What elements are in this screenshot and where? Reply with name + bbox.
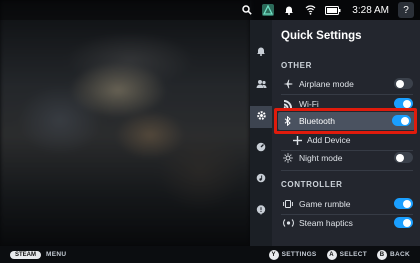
background-shade [0, 0, 250, 246]
rail-music[interactable] [250, 168, 272, 190]
steam-haptics-toggle[interactable] [394, 217, 413, 228]
rail-help[interactable] [250, 200, 272, 222]
button-hints: Y SETTINGS A SELECT B BACK [268, 249, 410, 260]
gear-icon [256, 108, 267, 126]
help-icon [256, 202, 266, 220]
y-button-icon: Y [268, 249, 279, 260]
game-rumble-label: Game rumble [299, 199, 351, 209]
rail-settings[interactable] [250, 106, 272, 128]
plus-icon [292, 135, 302, 145]
section-heading-controller: CONTROLLER [281, 180, 343, 189]
hint-select[interactable]: A SELECT [326, 249, 368, 260]
brightness-icon [281, 153, 295, 163]
bell-icon [256, 43, 266, 61]
friends-icon [256, 76, 267, 94]
rumble-icon [281, 199, 295, 209]
panel-title: Quick Settings [281, 30, 362, 42]
divider [281, 170, 413, 171]
hint-back[interactable]: B BACK [377, 249, 410, 260]
steam-haptics-label: Steam haptics [299, 218, 353, 228]
rail-notifications[interactable] [250, 41, 272, 63]
performance-icon [256, 139, 266, 157]
add-device-label: Add Device [307, 135, 351, 145]
quick-access-rail [250, 20, 272, 246]
steam-haptics-row[interactable]: Steam haptics [281, 214, 413, 232]
game-rumble-toggle[interactable] [394, 198, 413, 209]
airplane-mode-toggle[interactable] [394, 78, 413, 89]
hint-settings[interactable]: Y SETTINGS [268, 249, 317, 260]
night-mode-toggle[interactable] [394, 152, 413, 163]
hint-back-label: BACK [390, 251, 410, 258]
music-icon [256, 170, 266, 188]
status-bar: 3:28 AM ? [0, 0, 420, 20]
airplane-icon [281, 79, 295, 89]
section-heading-other: OTHER [281, 61, 312, 70]
haptics-icon [281, 218, 295, 228]
rail-performance[interactable] [250, 137, 272, 159]
rail-friends[interactable] [250, 74, 272, 96]
hint-select-label: SELECT [339, 251, 368, 258]
bluetooth-highlight-box [274, 108, 417, 134]
help-button[interactable]: ? [398, 2, 414, 18]
b-button-icon: B [377, 249, 388, 260]
airplane-mode-label: Airplane mode [299, 79, 354, 89]
game-rumble-row[interactable]: Game rumble [281, 195, 413, 213]
menu-label: MENU [46, 251, 67, 258]
night-mode-label: Night mode [299, 153, 343, 163]
battery-icon [325, 4, 341, 16]
a-button-icon: A [326, 249, 337, 260]
hint-settings-label: SETTINGS [281, 251, 317, 258]
search-icon[interactable] [241, 4, 253, 16]
clock-time: 3:28 AM [352, 4, 389, 16]
steam-button-badge[interactable]: STEAM [10, 250, 41, 259]
steamdeck-icon [262, 4, 275, 16]
airplane-mode-row[interactable]: Airplane mode [281, 75, 413, 93]
bottom-hint-bar: STEAM MENU Y SETTINGS A SELECT B BACK [0, 246, 420, 263]
wifi-icon [304, 4, 316, 16]
notification-icon [283, 4, 295, 16]
night-mode-row[interactable]: Night mode [281, 149, 413, 167]
